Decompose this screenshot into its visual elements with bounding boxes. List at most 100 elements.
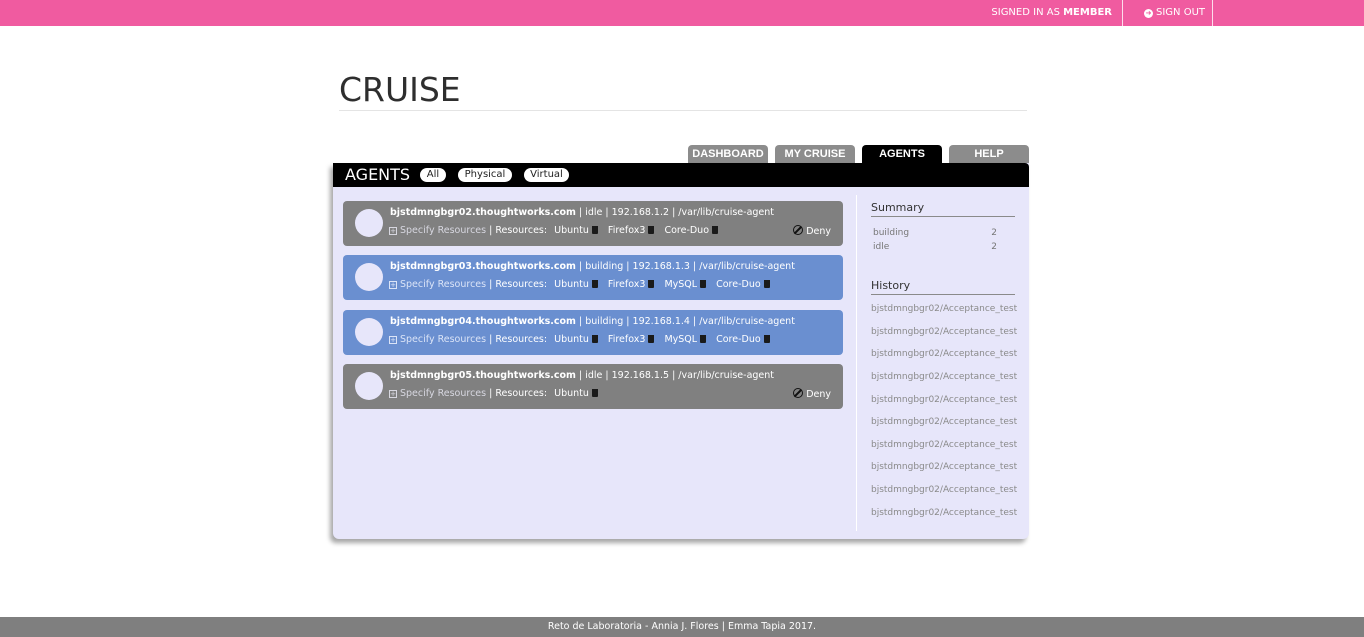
- resource-name: Core-Duo: [664, 225, 710, 236]
- specify-icon: +: [389, 281, 397, 289]
- resource-tag: Core-Duo: [716, 334, 773, 345]
- sign-out-label: SIGN OUT: [1156, 7, 1206, 18]
- filter-virtual[interactable]: Virtual: [524, 168, 569, 182]
- signed-in-prefix: SIGNED IN AS: [991, 7, 1060, 18]
- history-item[interactable]: bjstdmngbgr02/Acceptance_test: [871, 440, 1017, 450]
- trash-icon[interactable]: [763, 280, 770, 288]
- trash-icon[interactable]: [648, 226, 655, 234]
- resource-name: MySQL: [664, 334, 698, 345]
- agent-hostname[interactable]: bjstdmngbgr02.thoughtworks.com: [390, 207, 576, 218]
- history-item[interactable]: bjstdmngbgr02/Acceptance_test: [871, 417, 1017, 427]
- resource-tag: Core-Duo: [716, 279, 773, 290]
- agent-status: building: [585, 316, 624, 327]
- history-item[interactable]: bjstdmngbgr02/Acceptance_test: [871, 395, 1017, 405]
- resource-name: Core-Duo: [716, 334, 761, 345]
- trash-icon[interactable]: [712, 226, 719, 234]
- deny-button[interactable]: Deny: [793, 388, 831, 400]
- logo: CRUISE: [339, 70, 461, 109]
- agent-info: bjstdmngbgr03.thoughtworks.com | buildin…: [390, 261, 795, 272]
- summary-heading: Summary: [871, 201, 1015, 217]
- trash-icon[interactable]: [591, 280, 598, 288]
- specify-resources-link[interactable]: + Specify Resources: [389, 225, 486, 236]
- agents-panel: AGENTS All Physical Virtual bjstdmngbgr0…: [333, 163, 1029, 539]
- resource-tag: Core-Duo: [664, 225, 721, 236]
- footer: Reto de Laboratoria - Annia J. Flores | …: [0, 617, 1364, 637]
- history-item[interactable]: bjstdmngbgr02/Acceptance_test: [871, 304, 1017, 314]
- agent-status: building: [585, 261, 624, 272]
- agent-ip: 192.168.1.4: [632, 316, 690, 327]
- tab-dashboard[interactable]: DASHBOARD: [688, 145, 768, 164]
- resource-tag: Ubuntu: [554, 334, 601, 345]
- tab-help[interactable]: HELP: [949, 145, 1029, 164]
- agent-path: /var/lib/cruise-agent: [699, 261, 795, 272]
- filter-all[interactable]: All: [420, 168, 446, 182]
- history-item[interactable]: bjstdmngbgr02/Acceptance_test: [871, 508, 1017, 518]
- ban-icon: [793, 388, 804, 398]
- specify-resources-label: Specify Resources: [400, 279, 487, 290]
- resource-tag: Firefox3: [608, 225, 658, 236]
- history-item[interactable]: bjstdmngbgr02/Acceptance_test: [871, 485, 1017, 495]
- sidebar-divider: [856, 195, 857, 531]
- filter-physical[interactable]: Physical: [458, 168, 512, 182]
- agent-info: bjstdmngbgr02.thoughtworks.com | idle | …: [390, 207, 775, 218]
- trash-icon[interactable]: [591, 226, 598, 234]
- agent-info: bjstdmngbgr04.thoughtworks.com | buildin…: [390, 316, 795, 327]
- specify-resources-link[interactable]: + Specify Resources: [389, 388, 486, 399]
- trash-icon[interactable]: [700, 280, 707, 288]
- sign-out-button[interactable]: ➜ SIGN OUT: [1135, 0, 1213, 26]
- agent-path: /var/lib/cruise-agent: [678, 370, 775, 381]
- signed-in-indicator: SIGNED IN AS MEMBER: [991, 0, 1123, 26]
- history-item[interactable]: bjstdmngbgr02/Acceptance_test: [871, 372, 1017, 382]
- trash-icon[interactable]: [591, 389, 598, 397]
- resource-name: Ubuntu: [554, 334, 589, 345]
- history-item[interactable]: bjstdmngbgr02/Acceptance_test: [871, 327, 1017, 337]
- agents-title: AGENTS: [345, 165, 411, 184]
- trash-icon[interactable]: [700, 335, 707, 343]
- agent-resources-row: + Specify Resources | Resources: Ubuntu F…: [389, 334, 773, 345]
- agent-hostname[interactable]: bjstdmngbgr03.thoughtworks.com: [390, 261, 576, 272]
- tab-my-cruise[interactable]: MY CRUISE: [775, 145, 855, 164]
- specify-resources-label: Specify Resources: [400, 388, 487, 399]
- trash-icon[interactable]: [763, 335, 770, 343]
- agent-avatar: [355, 263, 383, 291]
- trash-icon[interactable]: [648, 335, 655, 343]
- agent-resources-row: + Specify Resources | Resources: Ubuntu F…: [389, 225, 721, 236]
- history-item[interactable]: bjstdmngbgr02/Acceptance_test: [871, 349, 1017, 359]
- signed-in-user: MEMBER: [1063, 7, 1112, 18]
- agent-avatar: [355, 209, 383, 237]
- resource-tag: Ubuntu: [554, 225, 601, 236]
- sign-out-icon: ➜: [1144, 9, 1153, 18]
- resource-name: Ubuntu: [554, 388, 589, 399]
- agent-ip: 192.168.1.2: [611, 207, 670, 218]
- agent-card[interactable]: bjstdmngbgr03.thoughtworks.com | buildin…: [343, 255, 843, 300]
- agent-card[interactable]: bjstdmngbgr02.thoughtworks.com | idle | …: [343, 201, 843, 246]
- specify-resources-link[interactable]: + Specify Resources: [389, 334, 486, 345]
- resource-name: Ubuntu: [554, 279, 589, 290]
- agent-card[interactable]: bjstdmngbgr04.thoughtworks.com | buildin…: [343, 310, 843, 355]
- trash-icon[interactable]: [591, 335, 598, 343]
- specify-resources-label: Specify Resources: [400, 334, 487, 345]
- trash-icon[interactable]: [648, 280, 655, 288]
- top-bar: SIGNED IN AS MEMBER ➜ SIGN OUT: [0, 0, 1364, 26]
- specify-resources-link[interactable]: + Specify Resources: [389, 279, 486, 290]
- agent-path: /var/lib/cruise-agent: [678, 207, 775, 218]
- summary-value: 2: [991, 242, 997, 252]
- resource-name: Firefox3: [607, 225, 646, 236]
- resource-tag: Firefox3: [608, 279, 658, 290]
- agent-hostname[interactable]: bjstdmngbgr05.thoughtworks.com: [390, 370, 576, 381]
- deny-button[interactable]: Deny: [793, 225, 831, 237]
- agent-info: bjstdmngbgr05.thoughtworks.com | idle | …: [390, 370, 775, 381]
- agents-panel-header: AGENTS All Physical Virtual: [333, 163, 1029, 187]
- specify-resources-label: Specify Resources: [400, 225, 487, 236]
- agent-card[interactable]: bjstdmngbgr05.thoughtworks.com | idle | …: [343, 364, 843, 409]
- agent-status: idle: [585, 370, 603, 381]
- history-item[interactable]: bjstdmngbgr02/Acceptance_test: [871, 462, 1017, 472]
- resource-tag: MySQL: [664, 279, 709, 290]
- resource-name: MySQL: [664, 279, 698, 290]
- deny-label: Deny: [806, 389, 831, 400]
- agent-hostname[interactable]: bjstdmngbgr04.thoughtworks.com: [390, 316, 576, 327]
- tab-agents[interactable]: AGENTS: [862, 145, 942, 164]
- agent-path: /var/lib/cruise-agent: [699, 316, 795, 327]
- deny-label: Deny: [806, 226, 831, 237]
- specify-icon: +: [389, 227, 397, 235]
